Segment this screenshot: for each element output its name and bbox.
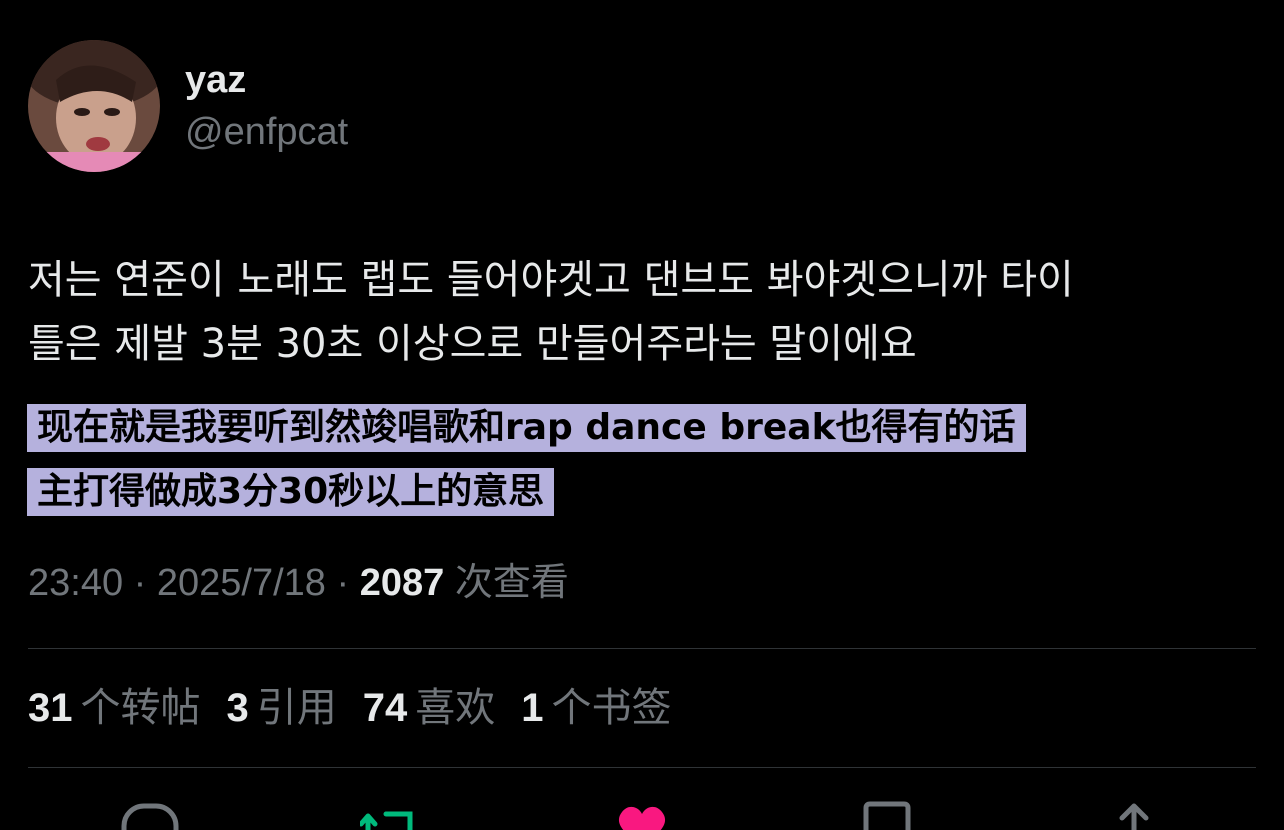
retweet-icon [360,811,413,830]
likes-stat[interactable]: 74 喜欢 [363,682,496,734]
views-label[interactable]: 次查看 [455,560,569,604]
tweet-text: 저는 연준이 노래도 랩도 들어야겟고 댄브도 봐야겟으니까 타이틀은 제발 3… [28,248,1268,376]
user-handle[interactable]: @enfpcat [185,110,348,154]
likes-label: 喜欢 [415,685,496,731]
meta-separator: · [325,562,360,604]
bookmarks-count: 1 [521,686,544,730]
meta-separator: · [123,562,157,604]
quotes-stat[interactable]: 3 引用 [227,682,337,734]
divider [28,767,1256,768]
bookmarks-label: 个书签 [551,685,672,731]
tweet-text-line-1: 저는 연준이 노래도 랩도 들어야겟고 댄브도 봐야겟으니까 타이 [28,257,1074,303]
display-name[interactable]: yaz [185,58,246,102]
reply-button[interactable] [120,800,180,830]
like-icon [618,807,666,830]
quotes-count: 3 [226,686,249,730]
reply-icon [121,803,179,830]
divider [28,648,1256,649]
bookmark-button[interactable] [860,800,920,830]
bookmarks-stat[interactable]: 1 个书签 [521,682,671,734]
quotes-label: 引用 [256,685,337,731]
retweets-count: 31 [28,686,73,730]
translation-overlay: 现在就是我要听到然竣唱歌和rap dance break也得有的话 主打得做成3… [27,404,1267,532]
tweet-meta: 23:40 · 2025/7/18 · 2087 次查看 [28,556,569,609]
translation-line-2: 主打得做成3分30秒以上的意思 [27,468,555,516]
retweet-button[interactable] [360,800,420,830]
engagement-stats: 31 个转帖 3 引用 74 喜欢 1 个书签 [28,682,698,734]
tweet-date[interactable]: 2025/7/18 [157,562,326,604]
share-button[interactable] [1104,800,1164,830]
tweet-time[interactable]: 23:40 [28,562,123,604]
tweet-text-line-2: 틀은 제발 3분 30초 이상으로 만들어주라는 말이에요 [28,321,917,367]
retweets-label: 个转帖 [80,685,201,731]
views-count[interactable]: 2087 [360,562,445,604]
share-icon [1119,803,1149,830]
translation-line-1: 现在就是我要听到然竣唱歌和rap dance break也得有的话 [27,404,1026,452]
avatar[interactable] [28,40,160,172]
like-button[interactable] [612,800,672,830]
retweets-stat[interactable]: 31 个转帖 [28,682,201,734]
likes-count: 74 [362,686,408,730]
bookmark-icon [863,801,911,830]
avatar-image [28,40,160,172]
